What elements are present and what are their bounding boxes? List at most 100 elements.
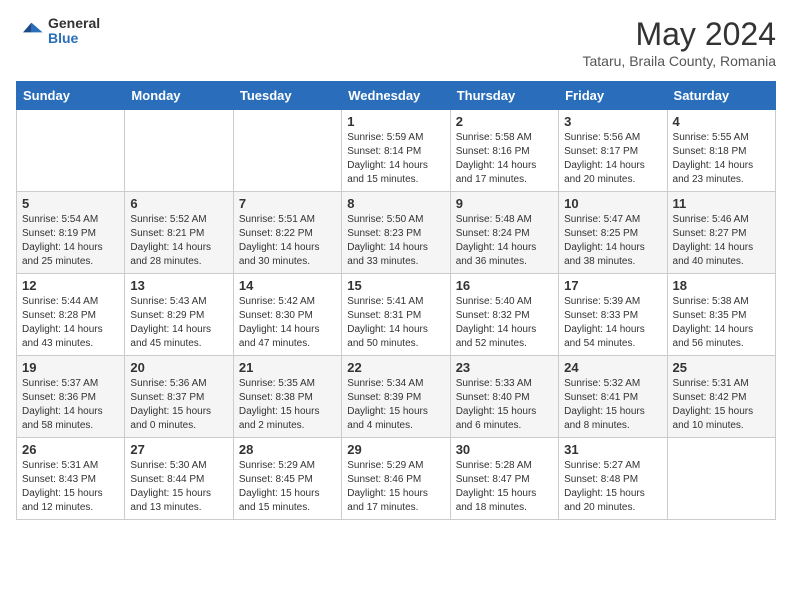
day-info: Sunrise: 5:52 AMSunset: 8:21 PMDaylight:… xyxy=(130,213,227,269)
calendar-cell xyxy=(17,110,125,192)
page-header: General Blue May 2024 Tataru, Braila Cou… xyxy=(16,16,776,69)
day-number: 4 xyxy=(673,114,770,129)
calendar-cell: 8Sunrise: 5:50 AMSunset: 8:23 PMDaylight… xyxy=(342,192,450,274)
day-info: Sunrise: 5:43 AMSunset: 8:29 PMDaylight:… xyxy=(130,295,227,351)
day-number: 11 xyxy=(673,196,770,211)
calendar-cell xyxy=(125,110,233,192)
column-header-wednesday: Wednesday xyxy=(342,82,450,110)
day-info: Sunrise: 5:34 AMSunset: 8:39 PMDaylight:… xyxy=(347,377,444,433)
day-number: 29 xyxy=(347,442,444,457)
title-block: May 2024 Tataru, Braila County, Romania xyxy=(583,16,777,69)
calendar-cell xyxy=(667,438,775,520)
calendar-cell: 6 Sunrise: 5:52 AMSunset: 8:21 PMDaylight… xyxy=(125,192,233,274)
calendar-cell: 26 Sunrise: 5:31 AMSunset: 8:43 PMDayligh… xyxy=(17,438,125,520)
calendar-cell: 14Sunrise: 5:42 AMSunset: 8:30 PMDayligh… xyxy=(233,274,341,356)
column-header-monday: Monday xyxy=(125,82,233,110)
week-row-3: 12 Sunrise: 5:44 AMSunset: 8:28 PMDayligh… xyxy=(17,274,776,356)
calendar-cell: 3 Sunrise: 5:56 AMSunset: 8:17 PMDaylight… xyxy=(559,110,667,192)
calendar-cell: 4 Sunrise: 5:55 AMSunset: 8:18 PMDaylight… xyxy=(667,110,775,192)
day-info: Sunrise: 5:51 AMSunset: 8:22 PMDaylight:… xyxy=(239,213,336,269)
day-info: Sunrise: 5:55 AMSunset: 8:18 PMDaylight:… xyxy=(673,131,770,187)
day-number: 19 xyxy=(22,360,119,375)
day-number: 3 xyxy=(564,114,661,129)
day-info: Sunrise: 5:58 AMSunset: 8:16 PMDaylight:… xyxy=(456,131,553,187)
day-number: 1 xyxy=(347,114,444,129)
column-header-thursday: Thursday xyxy=(450,82,558,110)
location-subtitle: Tataru, Braila County, Romania xyxy=(583,53,777,69)
calendar-cell: 7 Sunrise: 5:51 AMSunset: 8:22 PMDaylight… xyxy=(233,192,341,274)
day-number: 10 xyxy=(564,196,661,211)
day-info: Sunrise: 5:48 AMSunset: 8:24 PMDaylight:… xyxy=(456,213,553,269)
day-number: 8 xyxy=(347,196,444,211)
day-number: 24 xyxy=(564,360,661,375)
calendar-cell: 24Sunrise: 5:32 AMSunset: 8:41 PMDayligh… xyxy=(559,356,667,438)
day-info: Sunrise: 5:37 AMSunset: 8:36 PMDaylight:… xyxy=(22,377,119,433)
day-number: 20 xyxy=(130,360,227,375)
calendar-cell: 31 Sunrise: 5:27 AMSunset: 8:48 PMDayligh… xyxy=(559,438,667,520)
calendar-cell: 23 Sunrise: 5:33 AMSunset: 8:40 PMDayligh… xyxy=(450,356,558,438)
day-info: Sunrise: 5:56 AMSunset: 8:17 PMDaylight:… xyxy=(564,131,661,187)
day-number: 6 xyxy=(130,196,227,211)
calendar-cell: 5 Sunrise: 5:54 AMSunset: 8:19 PMDaylight… xyxy=(17,192,125,274)
day-number: 21 xyxy=(239,360,336,375)
day-number: 15 xyxy=(347,278,444,293)
calendar-cell: 25 Sunrise: 5:31 AMSunset: 8:42 PMDayligh… xyxy=(667,356,775,438)
day-info: Sunrise: 5:28 AMSunset: 8:47 PMDaylight:… xyxy=(456,459,553,515)
day-number: 12 xyxy=(22,278,119,293)
logo-general-text: General xyxy=(48,16,100,31)
day-number: 23 xyxy=(456,360,553,375)
logo-blue-text: Blue xyxy=(48,31,100,46)
calendar-cell: 12 Sunrise: 5:44 AMSunset: 8:28 PMDayligh… xyxy=(17,274,125,356)
column-header-saturday: Saturday xyxy=(667,82,775,110)
column-header-tuesday: Tuesday xyxy=(233,82,341,110)
calendar-cell: 11 Sunrise: 5:46 AMSunset: 8:27 PMDayligh… xyxy=(667,192,775,274)
week-row-4: 19 Sunrise: 5:37 AMSunset: 8:36 PMDayligh… xyxy=(17,356,776,438)
day-info: Sunrise: 5:38 AMSunset: 8:35 PMDaylight:… xyxy=(673,295,770,351)
calendar-cell: 15Sunrise: 5:41 AMSunset: 8:31 PMDayligh… xyxy=(342,274,450,356)
day-info: Sunrise: 5:46 AMSunset: 8:27 PMDaylight:… xyxy=(673,213,770,269)
day-number: 17 xyxy=(564,278,661,293)
day-number: 28 xyxy=(239,442,336,457)
calendar-cell: 29 Sunrise: 5:29 AMSunset: 8:46 PMDayligh… xyxy=(342,438,450,520)
logo: General Blue xyxy=(16,16,100,47)
day-info: Sunrise: 5:44 AMSunset: 8:28 PMDaylight:… xyxy=(22,295,119,351)
day-info: Sunrise: 5:29 AMSunset: 8:45 PMDaylight:… xyxy=(239,459,336,515)
day-info: Sunrise: 5:54 AMSunset: 8:19 PMDaylight:… xyxy=(22,213,119,269)
day-number: 30 xyxy=(456,442,553,457)
day-info: Sunrise: 5:39 AMSunset: 8:33 PMDaylight:… xyxy=(564,295,661,351)
day-number: 5 xyxy=(22,196,119,211)
day-number: 13 xyxy=(130,278,227,293)
calendar-cell: 21 Sunrise: 5:35 AMSunset: 8:38 PMDayligh… xyxy=(233,356,341,438)
calendar-table: SundayMondayTuesdayWednesdayThursdayFrid… xyxy=(16,81,776,520)
day-info: Sunrise: 5:31 AMSunset: 8:43 PMDaylight:… xyxy=(22,459,119,515)
day-info: Sunrise: 5:35 AMSunset: 8:38 PMDaylight:… xyxy=(239,377,336,433)
day-number: 2 xyxy=(456,114,553,129)
day-number: 31 xyxy=(564,442,661,457)
day-info: Sunrise: 5:59 AMSunset: 8:14 PMDaylight:… xyxy=(347,131,444,187)
logo-icon xyxy=(16,17,44,45)
day-info: Sunrise: 5:47 AMSunset: 8:25 PMDaylight:… xyxy=(564,213,661,269)
calendar-cell: 19 Sunrise: 5:37 AMSunset: 8:36 PMDayligh… xyxy=(17,356,125,438)
day-number: 14 xyxy=(239,278,336,293)
day-number: 26 xyxy=(22,442,119,457)
month-year-title: May 2024 xyxy=(583,16,777,53)
day-number: 16 xyxy=(456,278,553,293)
calendar-cell: 2 Sunrise: 5:58 AMSunset: 8:16 PMDaylight… xyxy=(450,110,558,192)
day-info: Sunrise: 5:36 AMSunset: 8:37 PMDaylight:… xyxy=(130,377,227,433)
day-number: 22 xyxy=(347,360,444,375)
week-row-2: 5 Sunrise: 5:54 AMSunset: 8:19 PMDaylight… xyxy=(17,192,776,274)
day-number: 7 xyxy=(239,196,336,211)
calendar-cell: 10 Sunrise: 5:47 AMSunset: 8:25 PMDayligh… xyxy=(559,192,667,274)
calendar-cell: 27 Sunrise: 5:30 AMSunset: 8:44 PMDayligh… xyxy=(125,438,233,520)
day-number: 27 xyxy=(130,442,227,457)
day-info: Sunrise: 5:27 AMSunset: 8:48 PMDaylight:… xyxy=(564,459,661,515)
day-info: Sunrise: 5:29 AMSunset: 8:46 PMDaylight:… xyxy=(347,459,444,515)
day-info: Sunrise: 5:30 AMSunset: 8:44 PMDaylight:… xyxy=(130,459,227,515)
week-row-1: 1 Sunrise: 5:59 AMSunset: 8:14 PMDaylight… xyxy=(17,110,776,192)
day-number: 25 xyxy=(673,360,770,375)
logo-text: General Blue xyxy=(48,16,100,47)
day-info: Sunrise: 5:33 AMSunset: 8:40 PMDaylight:… xyxy=(456,377,553,433)
calendar-cell: 9Sunrise: 5:48 AMSunset: 8:24 PMDaylight… xyxy=(450,192,558,274)
column-header-sunday: Sunday xyxy=(17,82,125,110)
day-info: Sunrise: 5:31 AMSunset: 8:42 PMDaylight:… xyxy=(673,377,770,433)
